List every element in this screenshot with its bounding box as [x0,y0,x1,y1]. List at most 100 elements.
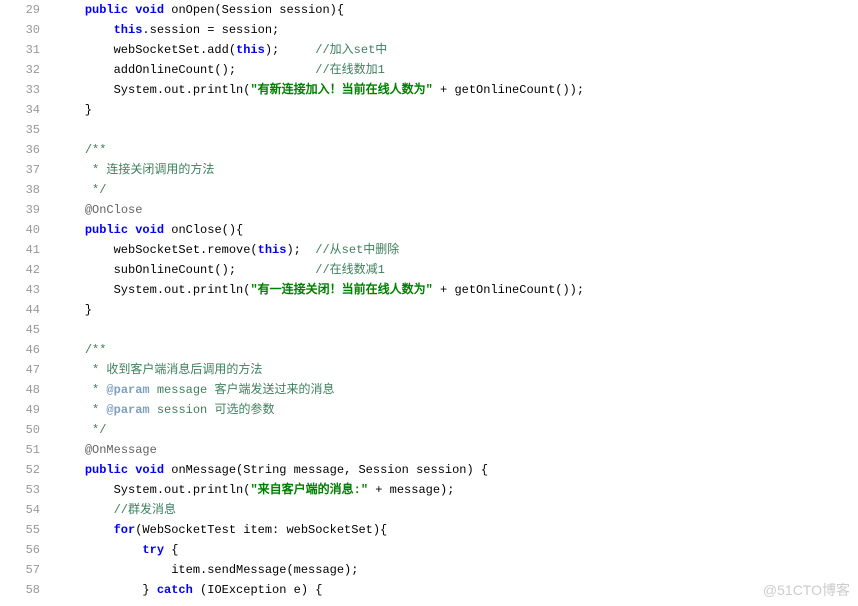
line-number: 55 [0,520,40,540]
code-token: void [135,3,164,17]
code-token: onOpen(Session session){ [164,3,344,17]
code-line: item.sendMessage(message); [56,560,858,580]
line-number: 35 [0,120,40,140]
code-token: addOnlineCount(); [56,63,315,77]
code-line: //群发消息 [56,500,858,520]
line-number: 40 [0,220,40,240]
code-token [56,323,63,337]
code-token: void [135,223,164,237]
code-line: @OnClose [56,200,858,220]
line-number: 47 [0,360,40,380]
code-token: this [258,243,287,257]
line-number: 41 [0,240,40,260]
code-token: public [85,463,128,477]
line-number: 44 [0,300,40,320]
code-token: { [164,543,178,557]
code-line: @OnMessage [56,440,858,460]
code-token [56,543,142,557]
code-line: System.out.println("来自客户端的消息:" + message… [56,480,858,500]
line-number: 52 [0,460,40,480]
code-line: /** [56,140,858,160]
line-number: 30 [0,20,40,40]
code-line: * @param message 客户端发送过来的消息 [56,380,858,400]
code-token [56,123,63,137]
code-token: + getOnlineCount()); [433,83,584,97]
code-token: */ [56,183,106,197]
code-token: "有新连接加入！当前在线人数为" [250,83,432,97]
line-number: 49 [0,400,40,420]
code-token: session 可选的参数 [150,403,275,417]
code-line: public void onClose(){ [56,220,858,240]
line-number: 51 [0,440,40,460]
code-line: /** [56,340,858,360]
line-number: 56 [0,540,40,560]
code-token: } [56,583,157,597]
code-line: } [56,100,858,120]
code-token: //加入set中 [315,43,387,57]
code-line: public void onMessage(String message, Se… [56,460,858,480]
code-token [56,23,114,37]
code-token [56,143,85,157]
code-line: this.session = session; [56,20,858,40]
code-token: System.out.println( [56,483,250,497]
code-token: (WebSocketTest item: webSocketSet){ [135,523,387,537]
code-token: try [142,543,164,557]
code-line: } catch (IOException e) { [56,580,858,600]
line-number: 53 [0,480,40,500]
code-token: /** [85,143,107,157]
code-token: * [56,383,106,397]
code-token: } [56,303,92,317]
code-token: } [56,103,92,117]
code-line: public void onOpen(Session session){ [56,0,858,20]
code-token: @param [106,383,149,397]
code-token: //群发消息 [114,503,176,517]
code-token: catch [157,583,193,597]
code-token: this [236,43,265,57]
code-token: //从set中删除 [315,243,399,257]
code-line: subOnlineCount(); //在线数减1 [56,260,858,280]
line-number: 43 [0,280,40,300]
line-gutter: 2930313233343536373839404142434445464748… [0,0,48,606]
code-line: * @param session 可选的参数 [56,400,858,420]
code-token: onMessage(String message, Session sessio… [164,463,488,477]
code-token: subOnlineCount(); [56,263,315,277]
code-line: */ [56,180,858,200]
line-number: 37 [0,160,40,180]
code-token: item.sendMessage(message); [56,563,358,577]
line-number: 50 [0,420,40,440]
code-token: @OnMessage [85,443,157,457]
code-line: System.out.println("有一连接关闭！当前在线人数为" + ge… [56,280,858,300]
code-token: "有一连接关闭！当前在线人数为" [250,283,432,297]
code-line: addOnlineCount(); //在线数加1 [56,60,858,80]
code-line: for(WebSocketTest item: webSocketSet){ [56,520,858,540]
code-token: //在线数减1 [315,263,385,277]
line-number: 31 [0,40,40,60]
code-token [56,203,85,217]
code-line: * 连接关闭调用的方法 [56,160,858,180]
code-token: (IOException e) { [193,583,323,597]
code-token: .session = session; [142,23,279,37]
code-token: ); [286,243,315,257]
code-token: ); [265,43,315,57]
code-token: "来自客户端的消息:" [250,483,368,497]
line-number: 39 [0,200,40,220]
code-line: } [56,300,858,320]
code-token: webSocketSet.remove( [56,243,258,257]
code-line: try { [56,540,858,560]
line-number: 36 [0,140,40,160]
code-token: onClose(){ [164,223,243,237]
line-number: 54 [0,500,40,520]
code-token: message 客户端发送过来的消息 [150,383,335,397]
code-token [56,223,85,237]
code-token [56,523,114,537]
line-number: 38 [0,180,40,200]
code-line: System.out.println("有新连接加入！当前在线人数为" + ge… [56,80,858,100]
line-number: 45 [0,320,40,340]
code-editor: 2930313233343536373839404142434445464748… [0,0,858,606]
code-line: * 收到客户端消息后调用的方法 [56,360,858,380]
code-token: public [85,223,128,237]
code-token: + message); [368,483,454,497]
code-token [56,343,85,357]
code-token: for [114,523,136,537]
code-token: void [135,463,164,477]
